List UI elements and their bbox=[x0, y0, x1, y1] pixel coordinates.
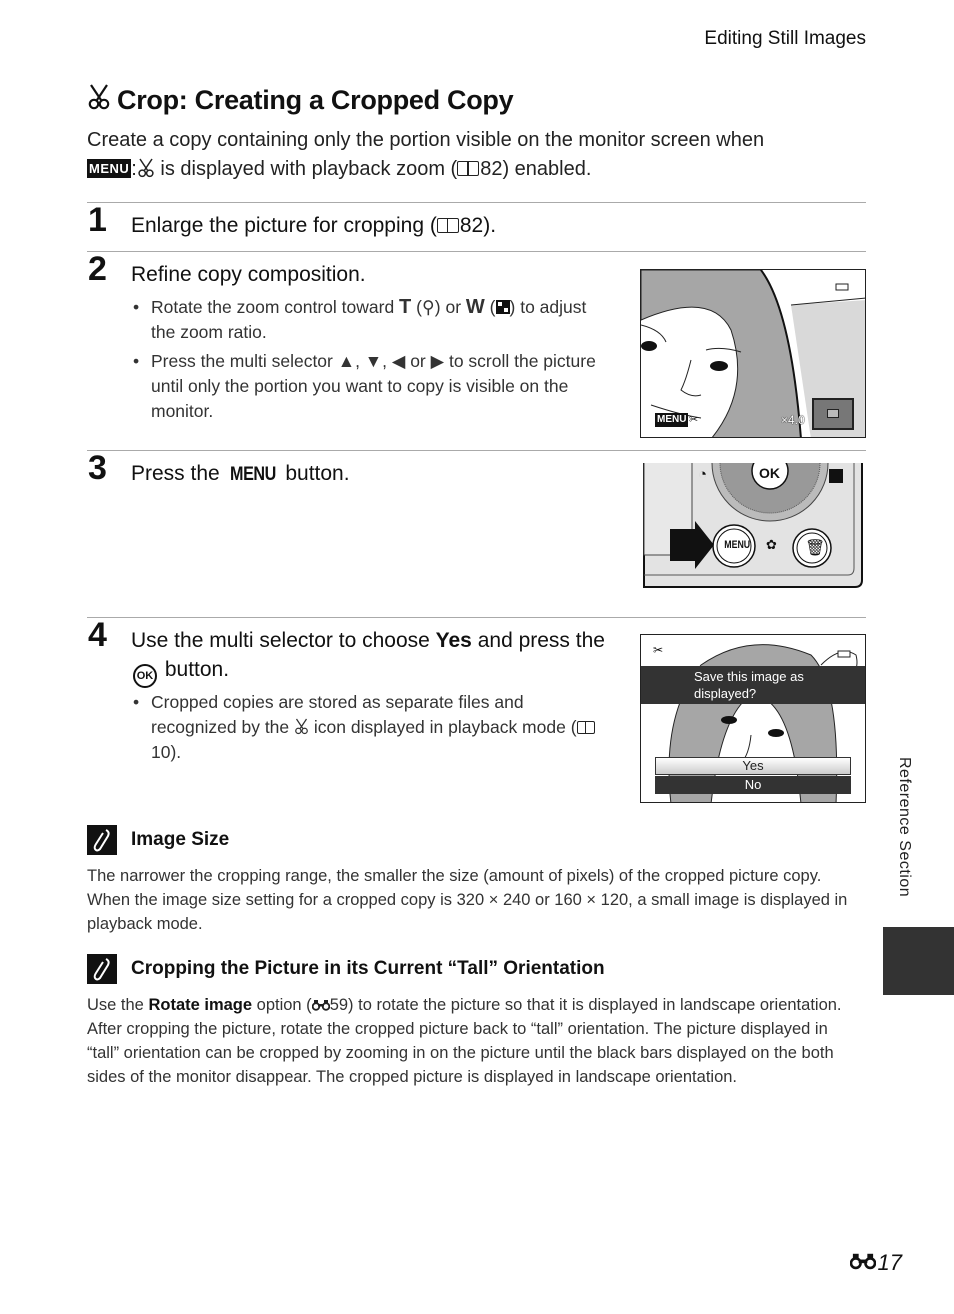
divider bbox=[87, 251, 866, 252]
step-3-text: Press the MENU button. bbox=[131, 459, 350, 489]
zoom-ratio: ×4.0 bbox=[781, 413, 805, 427]
binoculars-icon bbox=[849, 1250, 876, 1276]
menu-button-label: MENU bbox=[229, 464, 276, 485]
menu-badge: MENU bbox=[655, 413, 689, 427]
divider bbox=[87, 450, 866, 451]
scissors-icon bbox=[137, 158, 155, 180]
scissors-icon: ✂ bbox=[653, 643, 664, 657]
arrow-right-icon: ▶ bbox=[430, 351, 445, 371]
scissors-icon bbox=[87, 84, 111, 117]
book-reference-icon bbox=[576, 721, 595, 734]
scissors-icon bbox=[294, 717, 309, 737]
page-ref-link[interactable]: 82 bbox=[460, 214, 483, 237]
option-no[interactable]: No bbox=[655, 776, 851, 794]
book-reference-icon bbox=[436, 218, 459, 233]
page-number: 17 bbox=[849, 1250, 902, 1276]
step-2-bullets: Rotate the zoom control toward T (⚲) or … bbox=[131, 295, 601, 428]
divider bbox=[87, 202, 866, 203]
page-title: Crop: Creating a Cropped Copy bbox=[87, 84, 514, 117]
zoom-navigator bbox=[812, 398, 854, 430]
step-4-text: Use the multi selector to choose Yes and… bbox=[131, 626, 631, 688]
step-2-text: Refine copy composition. bbox=[131, 263, 366, 286]
note-image-size-heading: Image Size bbox=[87, 825, 229, 855]
step-number: 4 bbox=[88, 616, 107, 654]
running-head: Editing Still Images bbox=[704, 28, 866, 49]
visible-area-indicator bbox=[827, 409, 839, 418]
menu-button-label: MENU bbox=[724, 539, 751, 551]
menu-badge: MENU bbox=[87, 159, 132, 178]
note-tall-orientation-heading: Cropping the Picture in its Current “Tal… bbox=[87, 954, 605, 984]
page-ref-link[interactable]: 82 bbox=[480, 158, 502, 180]
note-image-size-body: The narrower the cropping range, the sma… bbox=[87, 867, 848, 933]
note-tall-orientation-body: Use the Rotate image option (59) to rota… bbox=[87, 996, 842, 1086]
ok-button-label: OK bbox=[759, 465, 780, 481]
magnifier-icon: ⚲ bbox=[421, 297, 435, 317]
section-tab[interactable] bbox=[883, 927, 954, 995]
zoomed-playback-screen: MENU ✂ ×4.0 bbox=[640, 269, 866, 438]
pencil-note-icon bbox=[87, 954, 117, 984]
page-title-text: Crop: Creating a Cropped Copy bbox=[117, 85, 514, 115]
book-reference-icon bbox=[457, 161, 480, 176]
macro-flower-icon: ✿ bbox=[766, 537, 777, 552]
self-timer-icon: ◔ bbox=[698, 466, 708, 483]
step-1-text: Enlarge the picture for cropping (82). bbox=[131, 214, 497, 237]
option-yes[interactable]: Yes bbox=[655, 757, 851, 775]
bullet-item: Press the multi selector ▲, ▼, ◀ or ▶ to… bbox=[131, 349, 601, 424]
scissors-icon: ✂ bbox=[689, 414, 699, 426]
intro-paragraph: Create a copy containing only the portio… bbox=[87, 129, 765, 180]
arrow-left-icon: ◀ bbox=[391, 351, 406, 371]
step-number: 2 bbox=[88, 250, 107, 288]
save-confirm-screen: ✂ Save this image as displayed? Yes No bbox=[640, 634, 866, 803]
divider bbox=[87, 617, 866, 618]
bullet-item: Cropped copies are stored as separate fi… bbox=[131, 690, 611, 765]
bullet-item: Rotate the zoom control toward T (⚲) or … bbox=[131, 295, 601, 345]
binoculars-icon bbox=[311, 996, 330, 1014]
thumbnail-grid-icon bbox=[495, 297, 510, 317]
step-number: 1 bbox=[88, 201, 107, 239]
ok-button-icon: OK bbox=[133, 664, 157, 688]
page-ref-link[interactable]: 10 bbox=[151, 742, 170, 762]
save-prompt: Save this image as displayed? bbox=[641, 666, 865, 704]
trash-icon: 🗑 bbox=[805, 540, 826, 557]
pencil-note-icon bbox=[87, 825, 117, 855]
page-ref-link[interactable]: 59 bbox=[330, 996, 348, 1014]
step-4-bullets: Cropped copies are stored as separate fi… bbox=[131, 690, 611, 769]
section-tab-label: Reference Section bbox=[896, 757, 913, 898]
arrow-up-icon: ▲ bbox=[337, 351, 356, 371]
step-number: 3 bbox=[88, 449, 107, 487]
arrow-down-icon: ▼ bbox=[364, 351, 383, 371]
camera-back-illustration: OK MENU ◔ ✿ 🗑 bbox=[640, 463, 866, 590]
